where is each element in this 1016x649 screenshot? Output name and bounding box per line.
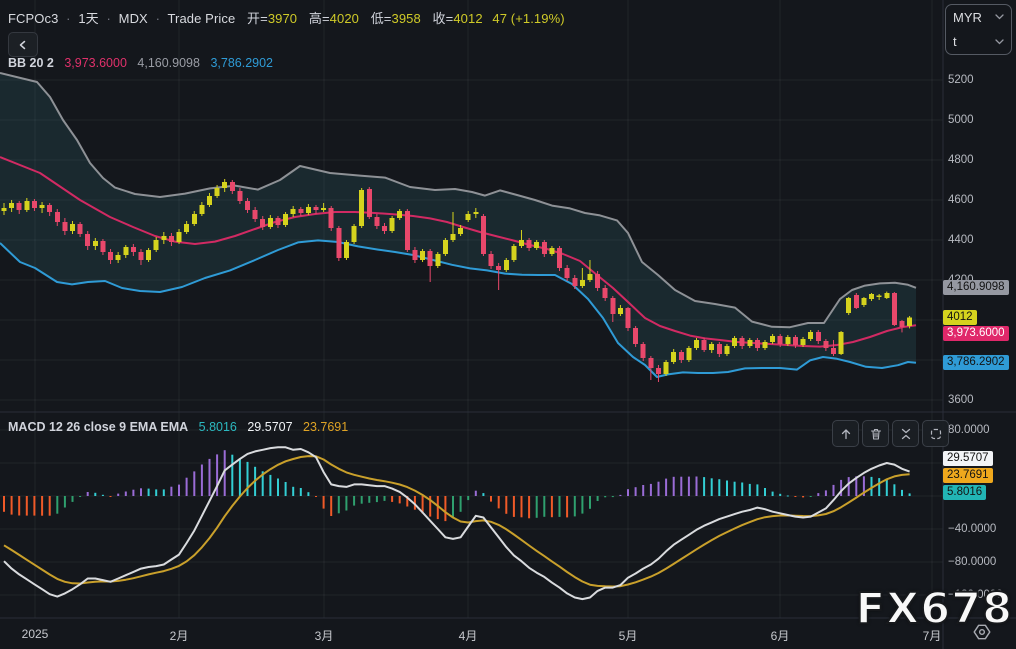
bb-lower-value: 3,786.2902 (210, 56, 273, 70)
interval-value[interactable]: 1天 (78, 11, 98, 26)
arrow-up-icon (841, 428, 850, 439)
exchange-name[interactable]: MDX (119, 11, 148, 26)
separator: · (106, 11, 111, 26)
pane-collapse-button[interactable] (892, 420, 919, 447)
axis-unit-selector: MYR t (945, 4, 1012, 55)
low-label: 低= (370, 11, 392, 26)
macd-tick-label: −40.0000 (948, 523, 997, 535)
pane-toolbar (832, 420, 949, 447)
bb-upper-badge: 4,160.9098 (943, 280, 1009, 295)
last-price-badge: 4012 (943, 310, 977, 325)
open-label: 开= (247, 11, 268, 26)
time-tick-label: 5月 (618, 629, 638, 643)
time-tick-label: 6月 (770, 629, 790, 643)
unit-value: t (953, 34, 957, 50)
separator: · (155, 11, 160, 26)
macd-label: MACD 12 26 close 9 EMA EMA (8, 420, 189, 434)
maximize-icon (930, 428, 941, 439)
chevron-left-icon (19, 40, 26, 49)
macd-signal-value: 23.7691 (303, 420, 349, 434)
price-tick-label: 3600 (948, 394, 974, 406)
collapse-icon (901, 428, 910, 439)
unit-dropdown[interactable]: t (946, 30, 1011, 53)
price-tick-label: 4400 (948, 234, 974, 246)
price-tick-label: 5200 (948, 74, 974, 86)
bb-upper-value: 4,160.9098 (137, 56, 200, 70)
trading-chart-app: FCPOc3 · 1天 · MDX · Trade Price 开=3970 高… (0, 0, 1016, 649)
time-tick-label: 3月 (314, 629, 334, 643)
close-value: 4012 (453, 11, 483, 26)
change-value: 47 (+1.19%) (492, 11, 565, 26)
high-label: 高= (308, 11, 330, 26)
open-value: 3970 (267, 11, 298, 26)
separator: · (66, 11, 71, 26)
macd-hist-value: 5.8016 (198, 420, 237, 434)
price-tick-label: 4600 (948, 194, 974, 206)
chevron-down-icon (995, 14, 1004, 20)
bb-label: BB 20 2 (8, 56, 54, 70)
bb-lower-badge: 3,786.2902 (943, 355, 1009, 370)
pane-delete-button[interactable] (862, 420, 889, 447)
time-tick-label: 4月 (458, 629, 478, 643)
symbol-info-bar: FCPOc3 · 1天 · MDX · Trade Price 开=3970 高… (8, 8, 565, 27)
symbol-name[interactable]: FCPOc3 (8, 11, 58, 26)
pane-maximize-button[interactable] (922, 420, 949, 447)
pane-move-up-button[interactable] (832, 420, 859, 447)
price-tick-label: 5000 (948, 114, 974, 126)
watermark: FX678 (855, 583, 1013, 635)
macd-tick-label: 80.0000 (948, 424, 990, 436)
macd-hist-badge: 5.8016 (943, 485, 987, 500)
close-label: 收= (432, 11, 454, 26)
macd-signal-badge: 23.7691 (943, 468, 993, 483)
macd-indicator-legend[interactable]: MACD 12 26 close 9 EMA EMA 5.8016 29.570… (8, 420, 348, 434)
bb-basis-badge: 3,973.6000 (943, 326, 1009, 341)
macd-line-value: 29.5707 (247, 420, 293, 434)
back-button[interactable] (8, 32, 38, 57)
time-tick-label: 2025 (21, 627, 49, 641)
macd-tick-label: −80.0000 (948, 556, 997, 568)
low-value: 3958 (391, 11, 421, 26)
chevron-down-icon (995, 39, 1004, 45)
bb-indicator-legend[interactable]: BB 20 2 3,973.6000 4,160.9098 3,786.2902 (8, 56, 273, 70)
time-tick-label: 2月 (169, 629, 189, 643)
currency-dropdown[interactable]: MYR (946, 6, 1011, 29)
bb-basis-value: 3,973.6000 (64, 56, 127, 70)
price-tick-label: 4800 (948, 154, 974, 166)
high-value: 4020 (329, 11, 359, 26)
chart-canvas[interactable] (0, 0, 1016, 649)
trash-icon (870, 428, 881, 440)
macd-line-badge: 29.5707 (943, 451, 993, 466)
series-type[interactable]: Trade Price (167, 11, 235, 26)
currency-value: MYR (953, 9, 982, 25)
